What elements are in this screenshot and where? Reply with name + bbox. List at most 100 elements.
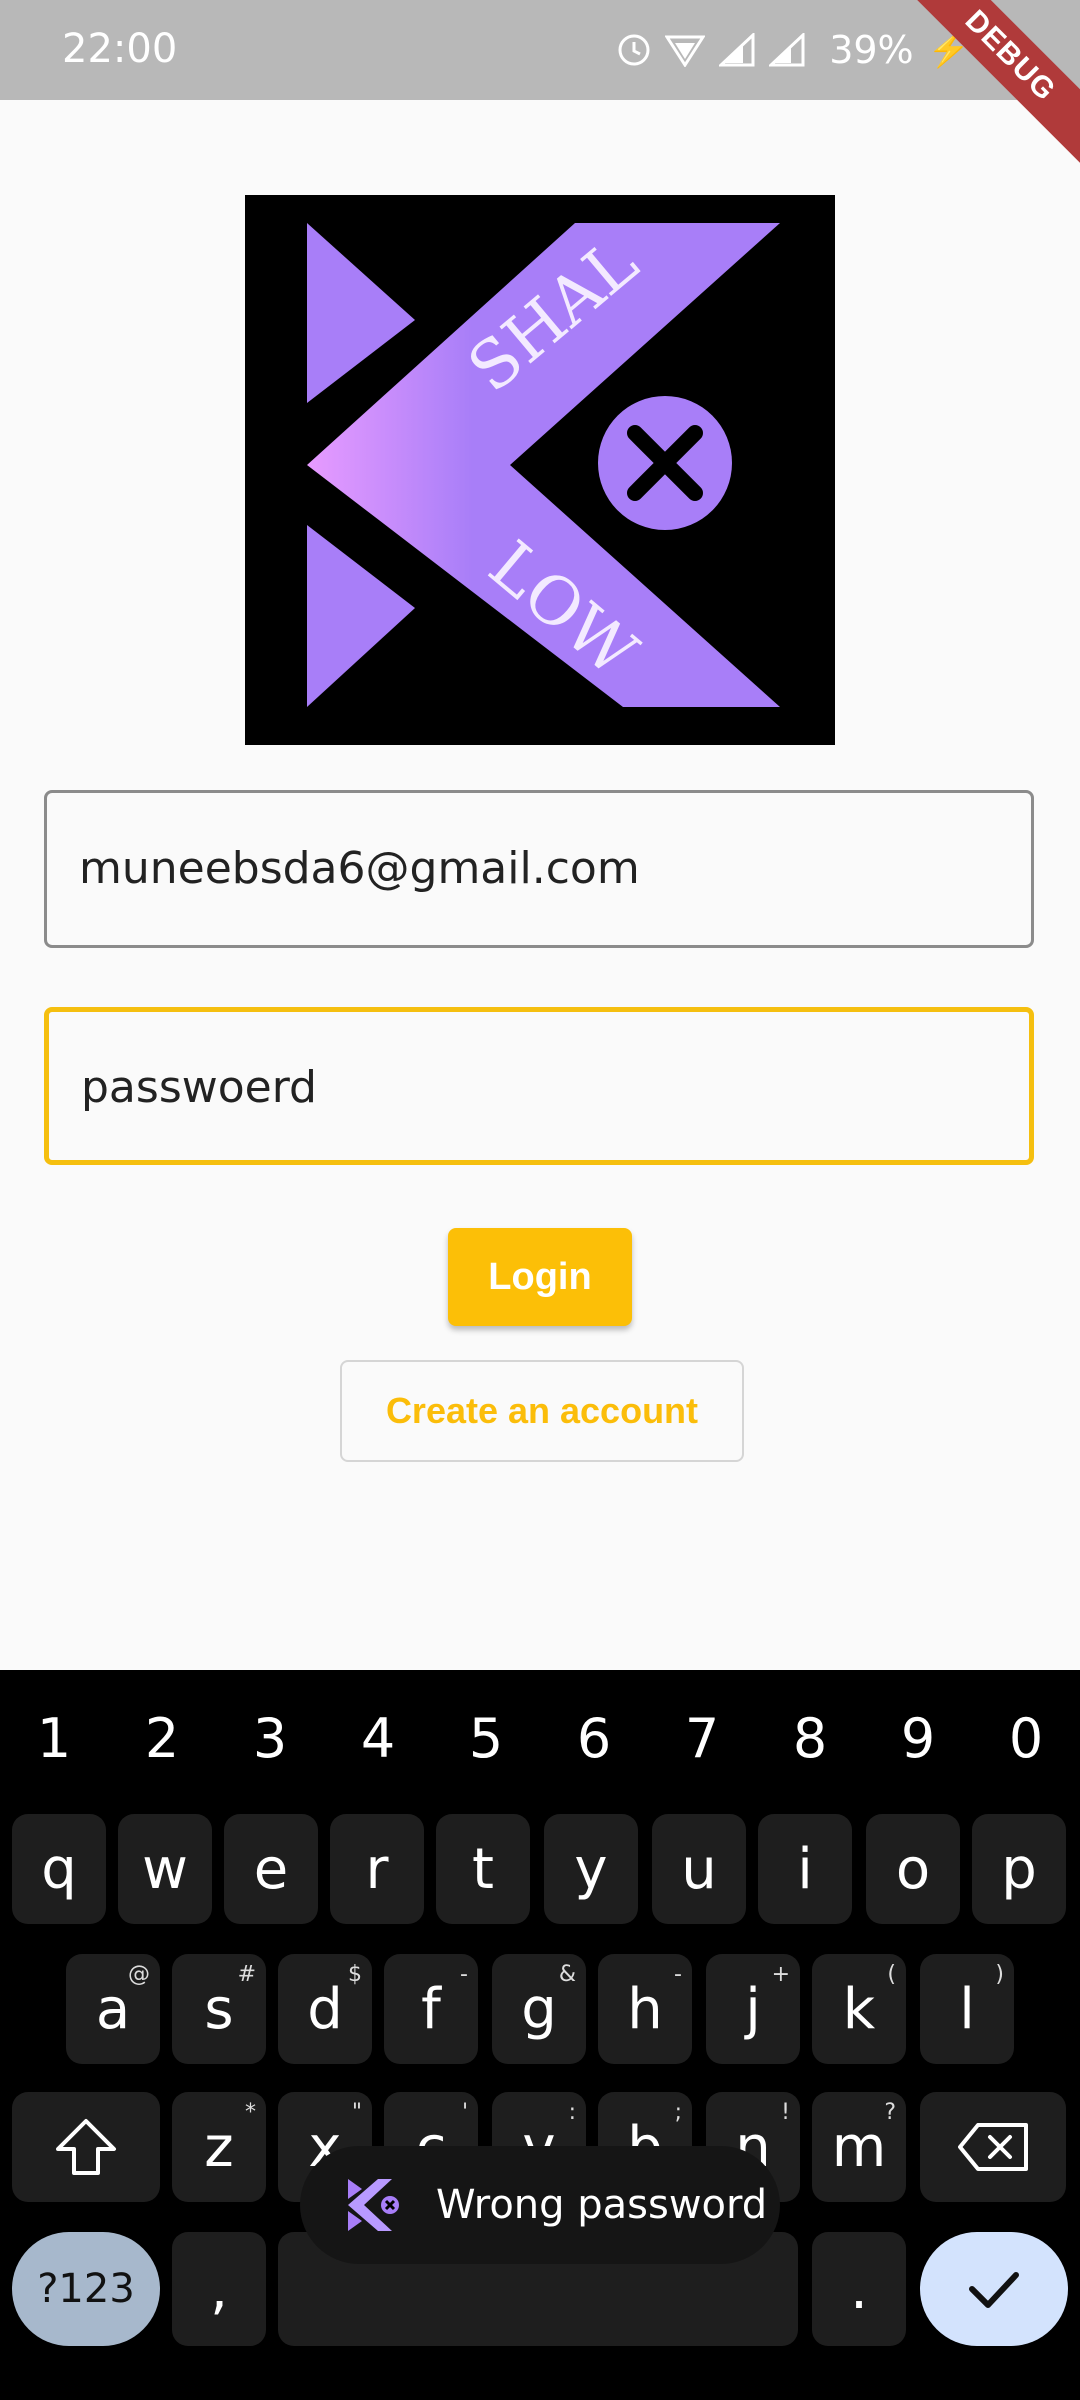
key-label: z bbox=[204, 2114, 234, 2180]
key-label: q bbox=[41, 1836, 77, 1902]
signal-icon bbox=[719, 33, 755, 67]
key-5[interactable]: 5 bbox=[432, 1707, 540, 1770]
key-i[interactable]: i bbox=[758, 1814, 852, 1924]
key-9[interactable]: 9 bbox=[864, 1707, 972, 1770]
key-o[interactable]: o bbox=[866, 1814, 960, 1924]
key-h[interactable]: h- bbox=[598, 1954, 692, 2064]
backspace-icon bbox=[958, 2123, 1028, 2171]
key-label: w bbox=[142, 1836, 188, 1902]
create-account-button[interactable]: Create an account bbox=[340, 1360, 744, 1462]
key-2[interactable]: 2 bbox=[108, 1707, 216, 1770]
app-logo: SHAL LOW bbox=[245, 195, 835, 745]
password-field[interactable]: passwoerd bbox=[44, 1007, 1034, 1165]
key-alt-label: ! bbox=[781, 2100, 790, 2125]
key-label: m bbox=[831, 2114, 887, 2180]
symbols-label: ?123 bbox=[37, 2266, 135, 2312]
key-alt-label: + bbox=[771, 1962, 790, 1987]
key-r[interactable]: r bbox=[330, 1814, 424, 1924]
backspace-key[interactable] bbox=[920, 2092, 1066, 2202]
key-7[interactable]: 7 bbox=[648, 1707, 756, 1770]
key-1[interactable]: 1 bbox=[0, 1707, 108, 1770]
key-e[interactable]: e bbox=[224, 1814, 318, 1924]
key-alt-label: ( bbox=[887, 1962, 896, 1987]
key-8[interactable]: 8 bbox=[756, 1707, 864, 1770]
shift-icon bbox=[56, 2119, 116, 2175]
key-label: l bbox=[959, 1976, 975, 2042]
key-s[interactable]: s # bbox=[172, 1954, 266, 2064]
alarm-icon bbox=[618, 34, 650, 66]
email-field[interactable]: muneebsda6@gmail.com bbox=[44, 790, 1034, 948]
key-z[interactable]: z * bbox=[172, 2092, 266, 2202]
key-p[interactable]: p bbox=[972, 1814, 1066, 1924]
email-value: muneebsda6@gmail.com bbox=[79, 843, 640, 894]
key-u[interactable]: u bbox=[652, 1814, 746, 1924]
key-alt-label: @ bbox=[128, 1962, 150, 1987]
key-alt-label: & bbox=[558, 1962, 576, 1987]
key-label: e bbox=[253, 1836, 289, 1902]
key-label: h bbox=[627, 1976, 663, 2042]
key-label: o bbox=[895, 1836, 931, 1902]
signal-icon-2 bbox=[769, 33, 805, 67]
key-label: g bbox=[521, 1976, 557, 2042]
key-label: r bbox=[365, 1836, 389, 1902]
key-alt-label: ) bbox=[995, 1962, 1004, 1987]
toast-message: Wrong password bbox=[300, 2146, 780, 2264]
key-l[interactable]: l) bbox=[920, 1954, 1014, 2064]
key-alt-label: " bbox=[351, 2100, 362, 2125]
key-f[interactable]: f- bbox=[384, 1954, 478, 2064]
key-alt-label: ' bbox=[461, 2100, 468, 2125]
key-label: s bbox=[204, 1976, 234, 2042]
key-4[interactable]: 4 bbox=[324, 1707, 432, 1770]
status-time: 22:00 bbox=[62, 26, 178, 72]
password-value: passwoerd bbox=[81, 1062, 317, 1113]
key-y[interactable]: y bbox=[544, 1814, 638, 1924]
status-bar: 22:00 39% ⚡ bbox=[0, 0, 1080, 100]
key-alt-label: ? bbox=[884, 2100, 896, 2125]
key-label: f bbox=[421, 1976, 441, 2042]
key-alt-label: $ bbox=[348, 1962, 362, 1987]
key-6[interactable]: 6 bbox=[540, 1707, 648, 1770]
symbols-key[interactable]: ?123 bbox=[12, 2232, 160, 2346]
comma-key[interactable]: , bbox=[172, 2232, 266, 2346]
app-logo-icon bbox=[348, 2179, 399, 2231]
key-label: p bbox=[1001, 1836, 1037, 1902]
key-w[interactable]: w bbox=[118, 1814, 212, 1924]
key-label: y bbox=[574, 1836, 608, 1902]
key-alt-label: * bbox=[245, 2100, 256, 2125]
key-alt-label: # bbox=[237, 1962, 256, 1987]
done-key[interactable] bbox=[920, 2232, 1068, 2346]
period-label: . bbox=[850, 2256, 868, 2322]
login-button[interactable]: Login bbox=[448, 1228, 632, 1326]
key-d[interactable]: d $ bbox=[278, 1954, 372, 2064]
key-label: d bbox=[307, 1976, 343, 2042]
key-label: k bbox=[842, 1976, 876, 2042]
key-alt-label: - bbox=[674, 1962, 682, 1987]
key-label: i bbox=[797, 1836, 813, 1902]
key-label: a bbox=[95, 1976, 131, 2042]
wifi-icon bbox=[665, 35, 706, 67]
key-a[interactable]: a @ bbox=[66, 1954, 160, 2064]
key-alt-label: : bbox=[568, 2100, 576, 2125]
status-icons: 39% ⚡ bbox=[617, 28, 970, 72]
toast-text: Wrong password bbox=[436, 2182, 768, 2228]
key-alt-label: - bbox=[460, 1962, 468, 1987]
key-k[interactable]: k( bbox=[812, 1954, 906, 2064]
key-3[interactable]: 3 bbox=[216, 1707, 324, 1770]
keyboard: 1 2 3 4 5 6 7 8 9 0 q w e r t y u i o p … bbox=[0, 1670, 1080, 2400]
key-0[interactable]: 0 bbox=[972, 1707, 1080, 1770]
number-row: 1 2 3 4 5 6 7 8 9 0 bbox=[0, 1698, 1080, 1778]
key-alt-label: ; bbox=[674, 2100, 682, 2125]
shift-key[interactable] bbox=[12, 2092, 160, 2202]
period-key[interactable]: . bbox=[812, 2232, 906, 2346]
key-m[interactable]: m? bbox=[812, 2092, 906, 2202]
key-t[interactable]: t bbox=[436, 1814, 530, 1924]
key-label: j bbox=[745, 1976, 761, 2042]
checkmark-icon bbox=[969, 2272, 1019, 2308]
key-label: u bbox=[681, 1836, 717, 1902]
comma-label: , bbox=[210, 2256, 228, 2322]
key-g[interactable]: g & bbox=[492, 1954, 586, 2064]
key-q[interactable]: q bbox=[12, 1814, 106, 1924]
key-label: t bbox=[472, 1836, 494, 1902]
battery-level: 39% bbox=[829, 28, 914, 72]
key-j[interactable]: j + bbox=[706, 1954, 800, 2064]
